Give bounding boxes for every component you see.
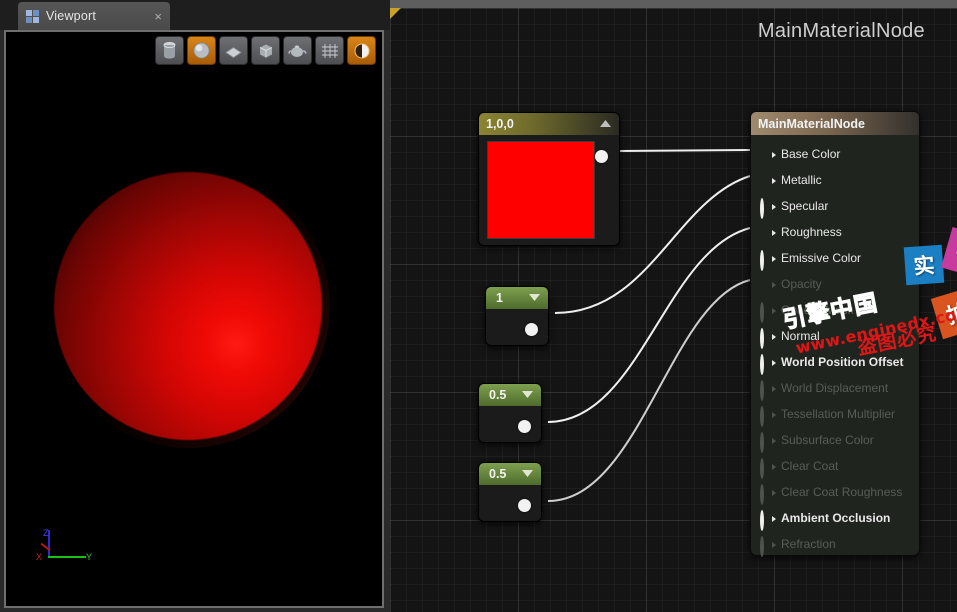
material-pin-opacity-mask: Opacity Mask [751,297,919,323]
material-pin-label: Opacity [781,277,822,291]
chevron-down-icon[interactable] [521,388,534,402]
material-pin-world-position-offset[interactable]: World Position Offset [751,349,919,375]
pin-connector-icon[interactable] [760,252,773,265]
output-pin-color[interactable] [595,150,608,163]
pin-connector-icon [760,460,773,473]
pin-connector-icon [760,304,773,317]
material-pin-emissive-color[interactable]: Emissive Color [751,245,919,271]
pin-connector-icon[interactable] [760,356,773,369]
material-pin-label: Refraction [781,537,836,551]
material-pin-label: Base Color [781,147,840,161]
material-pin-roughness[interactable]: Roughness [751,219,919,245]
sphere-preview-button[interactable] [187,36,216,65]
axis-y-label: Y [86,552,92,562]
tab-viewport[interactable]: Viewport × [18,2,170,30]
tab-strip: Viewport × [0,0,390,30]
node-constant-one-title: 1 [493,291,503,305]
material-pin-label: Clear Coat Roughness [781,485,902,499]
preview-sphere-mesh [54,172,322,440]
pin-connector-icon [760,382,773,395]
material-pin-refraction: Refraction [751,531,919,557]
axis-x-label: X [36,552,42,562]
material-pin-label: World Displacement [781,381,888,395]
cylinder-preview-button[interactable] [155,36,184,65]
axis-z-label: Z [43,528,49,538]
pin-connector-icon[interactable] [760,330,773,343]
pin-connector-icon[interactable] [760,512,773,525]
tab-viewport-label: Viewport [46,9,150,23]
material-pin-label: Specular [781,199,828,213]
node-constant-half-1[interactable]: 0.5 [478,383,542,443]
material-pin-metallic[interactable]: Metallic [751,167,919,193]
material-pin-label: World Position Offset [781,355,903,369]
material-pin-opacity: Opacity [751,271,919,297]
pin-connector-icon [760,408,773,421]
axis-gizmo: Z Y X [34,530,94,578]
pin-connector-icon [760,434,773,447]
node-constant-half-2-header[interactable]: 0.5 [479,463,541,485]
color-swatch[interactable] [487,141,595,239]
material-input-pin-list: Base Color Metallic Specular Roughness Emiss… [751,135,919,557]
node-main-material-header[interactable]: MainMaterialNode [751,112,919,135]
graph-top-bar [390,0,957,8]
node-constant-color[interactable]: 1,0,0 [478,112,620,246]
node-constant-color-title: 1,0,0 [486,117,514,131]
pin-connector-icon[interactable] [760,148,773,161]
material-pin-label: Tessellation Multiplier [781,407,895,421]
material-pin-subsurface-color: Subsurface Color [751,427,919,453]
material-pin-tessellation-multiplier: Tessellation Multiplier [751,401,919,427]
material-pin-specular[interactable]: Specular [751,193,919,219]
graph-corner-marker-icon [390,8,401,19]
teapot-preview-button[interactable] [283,36,312,65]
node-main-material-title: MainMaterialNode [758,117,865,131]
material-pin-label: Roughness [781,225,842,239]
material-pin-world-displacement: World Displacement [751,375,919,401]
pin-connector-icon [760,486,773,499]
material-pin-base-color[interactable]: Base Color [751,141,919,167]
node-constant-half-1-title: 0.5 [486,388,506,402]
node-constant-half-2[interactable]: 0.5 [478,462,542,522]
output-pin-half-1[interactable] [518,420,531,433]
pin-connector-icon[interactable] [760,200,773,213]
node-constant-half-2-title: 0.5 [486,467,506,481]
material-pin-normal[interactable]: Normal [751,323,919,349]
material-pin-ambient-occlusion[interactable]: Ambient Occlusion [751,505,919,531]
chevron-down-icon[interactable] [521,467,534,481]
material-pin-label: Subsurface Color [781,433,874,447]
plane-preview-button[interactable] [219,36,248,65]
node-main-material[interactable]: MainMaterialNode Base Color Metallic Specu… [750,111,920,556]
axis-y-line [48,556,86,558]
close-icon[interactable]: × [150,10,162,23]
viewport-toolbar [155,36,376,65]
material-pin-label: Clear Coat [781,459,838,473]
node-constant-one[interactable]: 1 [485,286,549,346]
node-constant-color-header[interactable]: 1,0,0 [479,113,619,135]
cube-preview-button[interactable] [251,36,280,65]
chevron-down-icon[interactable] [528,291,541,305]
material-graph-panel: MainMaterialNode 1,0,0 1 0.5 [390,0,957,612]
pin-connector-icon[interactable] [760,174,773,187]
material-pin-clear-coat: Clear Coat [751,453,919,479]
node-constant-half-1-header[interactable]: 0.5 [479,384,541,406]
viewport-frame: Z Y X [4,30,384,608]
material-pin-label: Opacity Mask [781,303,854,317]
pin-connector-icon [760,278,773,291]
output-pin-one[interactable] [525,323,538,336]
viewport-panel: Viewport × Z Y X [0,0,390,612]
material-pin-clear-coat-roughness: Clear Coat Roughness [751,479,919,505]
pin-connector-icon[interactable] [760,226,773,239]
material-pin-label: Metallic [781,173,822,187]
output-pin-half-2[interactable] [518,499,531,512]
pin-connector-icon [760,538,773,551]
material-pin-label: Emissive Color [781,251,861,265]
viewport-render-area[interactable]: Z Y X [6,32,382,606]
material-pin-label: Ambient Occlusion [781,511,890,525]
node-constant-one-header[interactable]: 1 [486,287,548,309]
grid-squares-icon [26,10,39,23]
material-pin-label: Normal [781,329,820,343]
chevron-up-icon[interactable] [599,117,612,131]
graph-title-watermark: MainMaterialNode [758,20,925,43]
grid-toggle-button[interactable] [315,36,344,65]
realtime-toggle-button[interactable] [347,36,376,65]
